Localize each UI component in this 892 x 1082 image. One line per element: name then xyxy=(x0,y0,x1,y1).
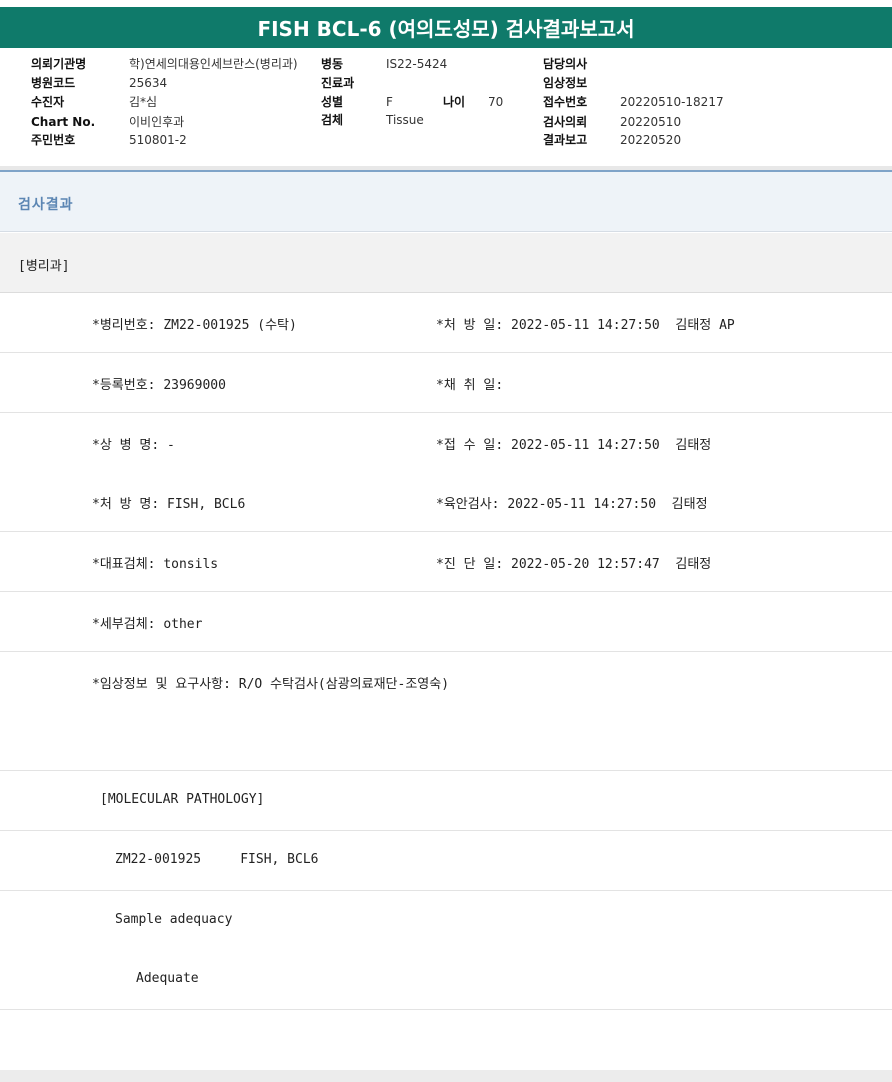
clinical-label: 임상정보 xyxy=(543,76,588,90)
result-line-text: [MOLECULAR PATHOLOGY] xyxy=(100,792,265,807)
report-title: FISH BCL-6 (여의도성모) 검사결과보고서 xyxy=(0,7,892,48)
result-line: Sample adequacy xyxy=(0,891,892,951)
rrn-label: 주민번호 xyxy=(31,133,76,147)
result-row: *병리번호: ZM22-001925 (수탁) *처 방 일: 2022-05-… xyxy=(0,293,892,353)
result-line xyxy=(0,1010,892,1070)
ward-value: IS22-5424 xyxy=(386,57,448,71)
report-label: 결과보고 xyxy=(543,133,588,147)
result-row: *처 방 명: FISH, BCL6 *육안검사: 2022-05-11 14:… xyxy=(0,472,892,532)
row-left-text: *임상정보 및 요구사항: R/O 수탁검사(삼광의료재단-조영숙) xyxy=(92,677,450,692)
row-right-text: *처 방 일: 2022-05-11 14:27:50 김태정 AP xyxy=(436,318,735,333)
hospital-code-label: 병원코드 xyxy=(31,76,76,90)
result-line: ZM22-001925 FISH, BCL6 xyxy=(0,831,892,891)
row-left-text: *등록번호: 23969000 xyxy=(92,378,226,393)
result-line-text: Sample adequacy xyxy=(115,912,233,927)
result-row: *세부검체: other xyxy=(0,592,892,652)
result-line-text: ZM22-001925 FISH, BCL6 xyxy=(115,852,319,867)
ward-label: 병동 xyxy=(321,57,344,71)
result-row: *상 병 명: - *접 수 일: 2022-05-11 14:27:50 김태… xyxy=(0,413,892,473)
result-row: *등록번호: 23969000 *채 취 일: xyxy=(0,353,892,413)
specimen-value: Tissue xyxy=(386,113,424,127)
patient-info-section: 의뢰기관명 학)연세의대용인세브란스(병리과) 병동 IS22-5424 담당의… xyxy=(0,48,892,166)
rrn-value: 510801-2 xyxy=(129,133,187,147)
row-left-text: *상 병 명: - xyxy=(92,438,175,453)
row-right-text: *접 수 일: 2022-05-11 14:27:50 김태정 xyxy=(436,438,712,453)
age-label: 나이 xyxy=(443,95,466,109)
result-row: *대표검체: tonsils *진 단 일: 2022-05-20 12:57:… xyxy=(0,532,892,592)
request-value: 20220510 xyxy=(620,115,682,129)
row-right-text: *진 단 일: 2022-05-20 12:57:47 김태정 xyxy=(436,557,712,572)
department-label: [병리과] xyxy=(18,259,70,274)
report-value: 20220520 xyxy=(620,133,682,147)
row-left-text: *병리번호: ZM22-001925 (수탁) xyxy=(92,318,297,333)
sex-value: F xyxy=(386,95,393,109)
row-left-text: *세부검체: other xyxy=(92,617,203,632)
department-row: [병리과] xyxy=(0,233,892,293)
row-right-text: *육안검사: 2022-05-11 14:27:50 김태정 xyxy=(436,497,708,512)
institution-value: 학)연세의대용인세브란스(병리과) xyxy=(129,57,298,71)
institution-label: 의뢰기관명 xyxy=(31,57,87,71)
reception-value: 20220510-18217 xyxy=(620,95,724,109)
result-line-text: Adequate xyxy=(136,971,199,986)
row-left-text: *대표검체: tonsils xyxy=(92,557,219,572)
result-line: Adequate xyxy=(0,950,892,1010)
chart-label: Chart No. xyxy=(31,115,96,129)
doctor-label: 담당의사 xyxy=(543,57,588,71)
result-line: [MOLECULAR PATHOLOGY] xyxy=(0,771,892,831)
row-left-text: *처 방 명: FISH, BCL6 xyxy=(92,497,246,512)
top-gap xyxy=(0,0,892,7)
dept-label: 진료과 xyxy=(321,76,355,90)
specimen-label: 검체 xyxy=(321,113,344,127)
reception-label: 접수번호 xyxy=(543,95,588,109)
hospital-code-value: 25634 xyxy=(129,76,168,90)
result-row: *임상정보 및 요구사항: R/O 수탁검사(삼광의료재단-조영숙) xyxy=(0,652,892,712)
chart-value: 이비인후과 xyxy=(129,115,185,129)
age-value: 70 xyxy=(488,95,504,109)
sex-label: 성별 xyxy=(321,95,344,109)
row-right-text: *채 취 일: xyxy=(436,378,504,393)
results-panel-header: 검사결과 xyxy=(0,170,892,232)
results-panel-title: 검사결과 xyxy=(18,197,74,213)
request-label: 검사의뢰 xyxy=(543,115,588,129)
patient-value: 김*심 xyxy=(129,95,158,109)
bottom-scroll-area[interactable] xyxy=(0,1070,892,1082)
result-row xyxy=(0,711,892,771)
patient-label: 수진자 xyxy=(31,95,65,109)
